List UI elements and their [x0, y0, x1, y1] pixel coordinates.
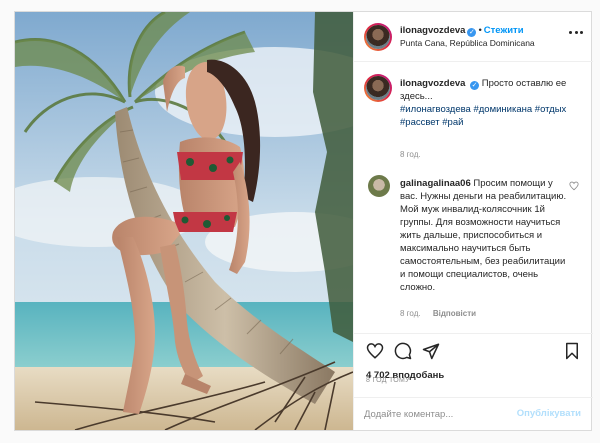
commenter-avatar[interactable]	[368, 175, 390, 197]
commenter-username[interactable]: galinagalinaa06	[400, 178, 471, 189]
author-username[interactable]: ilonagvozdeva	[400, 25, 465, 36]
comment-input[interactable]	[364, 406, 514, 422]
small-heart-icon[interactable]	[569, 181, 579, 191]
caption-author-avatar[interactable]	[364, 74, 392, 102]
bookmark-icon[interactable]	[563, 342, 581, 360]
post-card: ilonagvozdeva ✓ • Стежити Punta Cana, Repúb…	[14, 11, 593, 431]
post-caption: ilonagvozdeva ✓ Просто оставлю ее здесь.…	[400, 77, 586, 129]
post-photo[interactable]	[15, 12, 353, 430]
verified-badge-icon: ✓	[467, 28, 477, 37]
comments-section: ilonagvozdeva ✓ Просто оставлю ее здесь.…	[354, 63, 593, 333]
publish-button[interactable]: Опублікувати	[517, 408, 581, 419]
author-avatar[interactable]	[364, 23, 392, 51]
heart-icon[interactable]	[366, 342, 384, 360]
beach-palm-photo	[15, 12, 353, 430]
caption-hashtags[interactable]: #илонагвоздева #доминикана #отдых #рассв…	[400, 104, 566, 128]
post-location[interactable]: Punta Cana, República Dominicana	[400, 38, 535, 48]
comment-body: galinagalinaa06 Просим помощи у вас. Нуж…	[400, 177, 568, 294]
share-icon[interactable]	[422, 342, 440, 360]
comment-meta: 8 год. Відповісти	[400, 309, 486, 318]
post-date: 8 ГОД ТОМУ	[366, 377, 410, 384]
verified-badge-icon: ✓	[470, 81, 480, 90]
more-icon[interactable]	[569, 27, 583, 37]
comment-timestamp: 8 год.	[400, 309, 421, 318]
caption-username[interactable]: ilonagvozdeva	[400, 78, 465, 89]
post-header: ilonagvozdeva ✓ • Стежити Punta Cana, Repúb…	[354, 12, 593, 62]
comment-composer: Опублікувати	[354, 397, 593, 430]
author-line: ilonagvozdeva ✓ • Стежити	[400, 25, 524, 37]
separator-dot: •	[478, 25, 482, 36]
post-side-panel: ilonagvozdeva ✓ • Стежити Punta Cana, Repúb…	[353, 12, 593, 430]
comment-text: Просим помощи у вас. Нужны деньги на реа…	[400, 178, 567, 293]
reply-button[interactable]: Відповісти	[433, 309, 476, 318]
comment-icon[interactable]	[394, 342, 412, 360]
caption-timestamp: 8 год.	[400, 150, 421, 159]
follow-button[interactable]: Стежити	[484, 25, 524, 36]
